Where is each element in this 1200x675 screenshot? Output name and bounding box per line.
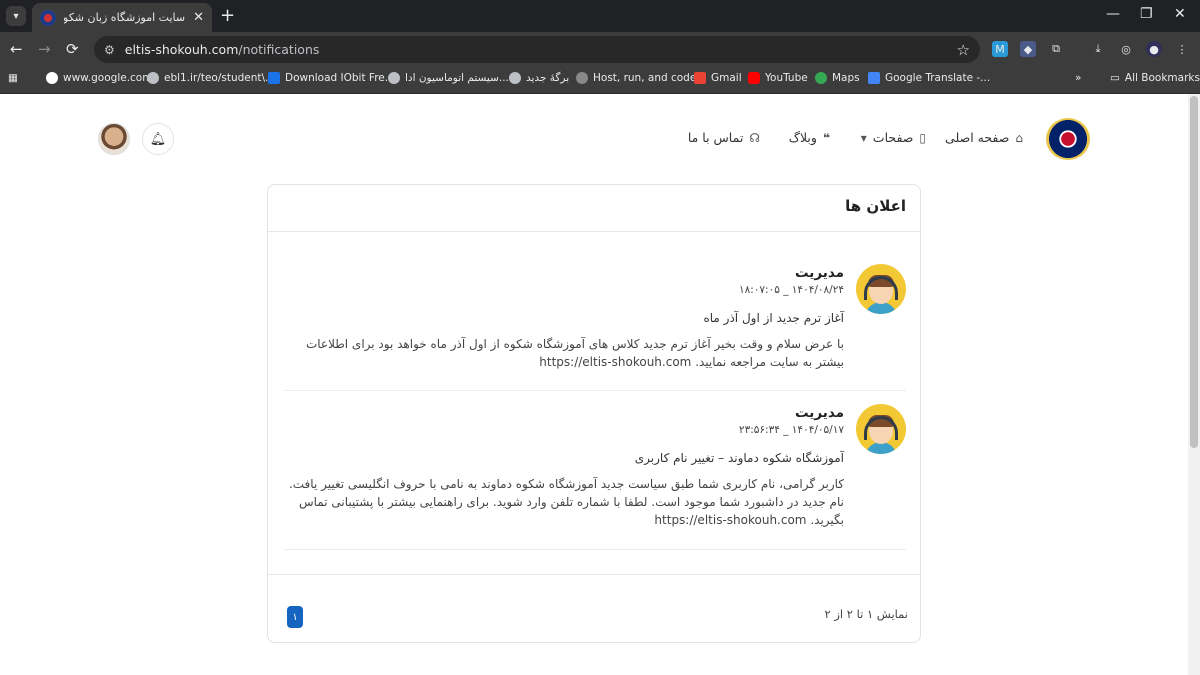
bookmark-star-icon[interactable]: ☆ bbox=[957, 41, 970, 59]
new-tab-button[interactable]: + bbox=[220, 6, 235, 26]
notification-link[interactable]: https://eltis-shokouh.com bbox=[654, 513, 806, 527]
home-icon: ⌂ bbox=[1015, 130, 1023, 145]
bookmark-item[interactable]: Google Translate -... bbox=[868, 72, 990, 84]
nav-blog-label: وبلاگ bbox=[788, 130, 817, 145]
nav-pages-label: صفحات bbox=[872, 130, 914, 145]
youtube-icon bbox=[748, 72, 760, 84]
gmail-icon bbox=[694, 72, 706, 84]
support-avatar-icon bbox=[856, 264, 906, 314]
nav-pages[interactable]: ▯ صفحات ▾ bbox=[861, 130, 926, 145]
profile-avatar[interactable]: ● bbox=[1146, 41, 1162, 57]
globe-icon bbox=[388, 72, 400, 84]
apps-grid-icon[interactable]: ▦ bbox=[8, 72, 18, 84]
folder-icon: ▭ bbox=[1110, 72, 1120, 84]
maps-icon bbox=[815, 72, 827, 84]
bookmark-item[interactable]: www.google.com bbox=[46, 72, 152, 84]
back-button[interactable]: ← bbox=[10, 40, 23, 58]
performance-icon[interactable]: ◎ bbox=[1118, 41, 1134, 57]
nav-blog[interactable]: ❝ وبلاگ bbox=[789, 130, 830, 145]
address-url: eltis-shokouh.com/notifications bbox=[125, 42, 320, 57]
notification-subject: آموزشگاه شکوه دماوند – تغییر نام کاربری bbox=[634, 451, 844, 465]
bookmark-item[interactable]: Download IObit Fre... bbox=[268, 72, 395, 84]
bookmarks-bar: ▦ www.google.com ebl1.ir/teo/student\...… bbox=[0, 66, 1200, 94]
user-avatar[interactable] bbox=[98, 123, 130, 155]
browser-tab-bar: ▾ سایت اموزشگاه زبان شکوه دماوند ✕ + — ❐… bbox=[0, 0, 1200, 32]
divider bbox=[284, 549, 906, 550]
minimize-window-button[interactable]: — bbox=[1106, 6, 1120, 22]
nav-contact-label: تماس با ما bbox=[687, 130, 744, 145]
globe-icon bbox=[147, 72, 159, 84]
bookmark-item[interactable]: Host, run, and code... bbox=[576, 72, 706, 84]
address-bar[interactable]: ⚙ eltis-shokouh.com/notifications ☆ bbox=[94, 36, 980, 63]
site-favicon-icon bbox=[40, 9, 56, 26]
notification-author: مدیریت bbox=[795, 265, 844, 281]
support-avatar-icon bbox=[856, 404, 906, 454]
notification-message: با عرض سلام و وقت بخیر آغاز ترم جدید کلا… bbox=[305, 337, 844, 369]
quote-icon: ❝ bbox=[822, 130, 830, 145]
notification-message: کاربر گرامی، نام کاربری شما طبق سیاست جد… bbox=[288, 477, 844, 527]
url-host: eltis-shokouh.com bbox=[124, 42, 239, 57]
bookmark-item[interactable]: ebl1.ir/teo/student\... bbox=[147, 72, 275, 84]
nav-contact[interactable]: ☊ تماس با ما bbox=[688, 130, 760, 145]
site-logo[interactable] bbox=[1046, 118, 1090, 160]
notification-item: مدیریت ۱۴۰۴/۰۵/۱۷ _ ۲۳:۵۶:۳۴ آموزشگاه شک… bbox=[284, 404, 906, 529]
iobit-icon bbox=[268, 72, 280, 84]
browser-menu-icon[interactable]: ⋮ bbox=[1174, 41, 1190, 57]
card-header: اعلان ها bbox=[268, 185, 920, 232]
close-tab-icon[interactable]: ✕ bbox=[193, 10, 204, 25]
bell-icon: 🔔︎ bbox=[149, 131, 167, 147]
card-footer: نمایش ۱ تا ۲ از ۲ ۱ bbox=[268, 574, 920, 643]
page-title: اعلان ها bbox=[845, 197, 906, 215]
forward-button[interactable]: → bbox=[38, 40, 51, 58]
site-info-icon[interactable]: ⚙ bbox=[104, 43, 115, 57]
web-page: ⌂ صفحه اصلی ▯ صفحات ▾ ❝ وبلاگ ☊ تماس با … bbox=[0, 94, 1188, 675]
extensions-puzzle-icon[interactable]: ⧉ bbox=[1048, 41, 1064, 57]
pages-icon: ▯ bbox=[919, 130, 926, 145]
bookmark-item[interactable]: Gmail bbox=[694, 72, 742, 84]
divider bbox=[284, 390, 906, 391]
notifications-bell-button[interactable]: 🔔︎ bbox=[142, 123, 174, 155]
close-window-button[interactable]: ✕ bbox=[1174, 6, 1186, 22]
tab-search-button[interactable]: ▾ bbox=[6, 6, 26, 26]
downloads-icon[interactable]: ⤓ bbox=[1090, 41, 1106, 57]
pagination-info: نمایش ۱ تا ۲ از ۲ bbox=[824, 607, 908, 621]
bookmarks-overflow-button[interactable]: » bbox=[1075, 72, 1081, 84]
notification-item: مدیریت ۱۴۰۴/۰۸/۲۴ _ ۱۸:۰۷:۰۵ آغاز ترم جد… bbox=[284, 264, 906, 371]
tab-title: سایت اموزشگاه زبان شکوه دماوند bbox=[64, 11, 186, 24]
notification-subject: آغاز ترم جدید از اول آذر ماه bbox=[703, 311, 844, 325]
maximize-window-button[interactable]: ❐ bbox=[1140, 6, 1153, 22]
page-scrollbar[interactable] bbox=[1188, 94, 1200, 675]
notification-date: ۱۴۰۴/۰۵/۱۷ _ ۲۳:۵۶:۳۴ bbox=[738, 424, 844, 436]
notifications-card: اعلان ها مدیریت ۱۴۰۴/۰۸/۲۴ _ ۱۸:۰۷:۰۵ آغ… bbox=[267, 184, 921, 643]
nav-home[interactable]: ⌂ صفحه اصلی bbox=[945, 130, 1023, 145]
headset-icon: ☊ bbox=[749, 130, 760, 145]
google-icon bbox=[46, 72, 58, 84]
extension-m-icon[interactable]: M bbox=[992, 41, 1008, 57]
globe-icon bbox=[509, 72, 521, 84]
url-path: /notifications bbox=[238, 42, 320, 57]
bookmark-item[interactable]: برگهٔ جدید bbox=[509, 72, 569, 84]
bookmark-item[interactable]: سیستم اتوماسیون ادا... bbox=[388, 72, 509, 84]
browser-toolbar: ← → ⟳ ⚙ eltis-shokouh.com/notifications … bbox=[0, 32, 1200, 66]
translate-icon bbox=[868, 72, 880, 84]
replit-icon bbox=[576, 72, 588, 84]
chevron-down-icon: ▾ bbox=[860, 130, 867, 145]
all-bookmarks-button[interactable]: ▭ All Bookmarks bbox=[1110, 72, 1200, 84]
browser-tab-active[interactable]: سایت اموزشگاه زبان شکوه دماوند ✕ bbox=[32, 3, 212, 32]
notification-author: مدیریت bbox=[795, 405, 844, 421]
bookmark-item[interactable]: Maps bbox=[815, 72, 860, 84]
extension-shield-icon[interactable]: ◆ bbox=[1020, 41, 1036, 57]
nav-home-label: صفحه اصلی bbox=[945, 130, 1010, 145]
notification-link[interactable]: https://eltis-shokouh.com bbox=[539, 355, 691, 369]
notification-date: ۱۴۰۴/۰۸/۲۴ _ ۱۸:۰۷:۰۵ bbox=[738, 284, 844, 296]
page-1-button[interactable]: ۱ bbox=[287, 606, 303, 628]
bookmark-item[interactable]: YouTube bbox=[748, 72, 808, 84]
scrollbar-thumb[interactable] bbox=[1190, 96, 1198, 448]
reload-button[interactable]: ⟳ bbox=[66, 40, 79, 58]
